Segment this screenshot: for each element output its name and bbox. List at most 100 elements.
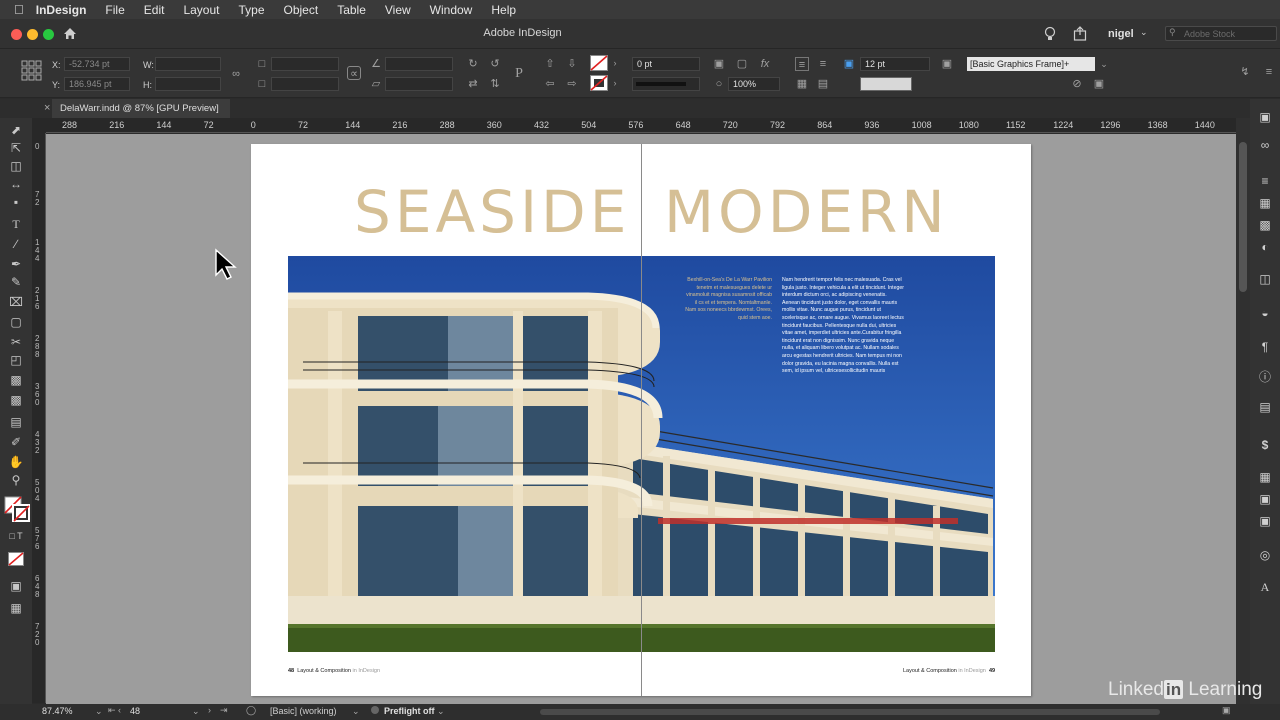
preflight-chevron-icon[interactable]: ⌄ (437, 706, 445, 717)
libraries-panel-icon[interactable]: $ (1257, 437, 1273, 453)
scroll-left-icon[interactable]: ▣ (1222, 705, 1231, 716)
caption-right[interactable]: Nam hendrerit tempor felis nec malesuada… (782, 277, 904, 376)
note-tool-icon[interactable]: ▤ (8, 414, 24, 430)
object-styles-icon[interactable]: ◎ (1257, 547, 1273, 563)
height-field[interactable] (155, 77, 221, 91)
preflight-status[interactable]: Preflight off (384, 706, 435, 716)
rotation-field[interactable] (385, 57, 453, 71)
corner-shape-dropdown[interactable] (860, 77, 912, 91)
swatches-panel-icon[interactable]: ▦ (1257, 195, 1273, 211)
profile-chevron-icon[interactable]: ⌄ (352, 706, 360, 717)
paragraph-styles-icon[interactable]: ¶ (1257, 339, 1273, 355)
eyedropper-tool-icon[interactable]: ✐ (8, 434, 24, 450)
lightbulb-icon[interactable] (1044, 26, 1056, 41)
direct-selection-tool-icon[interactable]: ⇱ (8, 140, 24, 156)
gradient-panel-icon[interactable]: ▩ (1257, 217, 1273, 233)
width-field[interactable] (155, 57, 221, 71)
pencil-tool-icon[interactable]: ✎ (8, 274, 24, 290)
links-panel-icon[interactable]: ∞ (1257, 137, 1273, 153)
auto-fit-icon[interactable]: ▣ (1092, 77, 1106, 91)
horizontal-ruler[interactable]: 288 216 144 72 0 72 144 216 288 360 432 504 576 648 72… (46, 118, 1236, 133)
tab-close-icon[interactable]: × (44, 102, 50, 114)
menu-window[interactable]: Window (430, 3, 473, 17)
select-previous-icon[interactable]: ⇦ (543, 77, 557, 91)
x-position-field[interactable]: -52.734 pt (64, 57, 130, 71)
menu-view[interactable]: View (385, 3, 411, 17)
cc-libraries-icon[interactable]: ▣ (1257, 513, 1273, 529)
line-tool-icon[interactable]: ∕ (8, 236, 24, 252)
scissors-tool-icon[interactable]: ✂ (8, 334, 24, 350)
shear-field[interactable] (385, 77, 453, 91)
pasteboard[interactable]: SEASIDE MODERN Bexhill-on-Sea's De La Wa… (46, 134, 1236, 704)
formatting-container-icon[interactable]: □ T (8, 528, 24, 544)
lightning-icon[interactable]: ↯ (1238, 65, 1252, 79)
headline-right[interactable]: MODERN (664, 178, 949, 246)
last-page-icon[interactable]: ⇥ (220, 705, 228, 716)
opacity-field[interactable]: 100% (728, 77, 780, 91)
corner-options-icon[interactable]: ▦ (795, 77, 809, 91)
fill-dropdown-icon[interactable]: › (608, 56, 622, 70)
stroke-dropdown-icon[interactable]: › (608, 76, 622, 90)
apple-menu-icon[interactable]:  (14, 2, 24, 17)
stroke-panel-icon[interactable]: ≡ (1257, 173, 1273, 189)
vertical-scroll-thumb[interactable] (1239, 142, 1247, 292)
vertical-ruler[interactable]: 0 7 2 1 4 4 2 1 6 2 8 8 3 6 0 4 3 2 5 0 4 5 7 6 6… (32, 133, 46, 703)
effects-fx-icon[interactable]: fx (758, 57, 772, 71)
layers-panel-icon[interactable]: ◫ (1257, 271, 1273, 287)
flip-horizontal-icon[interactable]: ⇄ (466, 77, 480, 91)
previous-page-icon[interactable]: ‹ (118, 705, 121, 715)
adobe-stock-search[interactable]: ⚲ Adobe Stock (1165, 26, 1277, 41)
page-chevron-icon[interactable]: ⌄ (192, 706, 200, 717)
rectangle-frame-tool-icon[interactable]: ⌧ (8, 294, 24, 310)
table-panel-icon[interactable]: ▦ (1257, 469, 1273, 485)
user-name[interactable]: nigel (1108, 28, 1134, 40)
menu-help[interactable]: Help (491, 3, 516, 17)
view-mode-icon[interactable]: ▦ (8, 600, 24, 616)
stroke-weight-field[interactable]: 0 pt (632, 57, 700, 71)
menu-file[interactable]: File (105, 3, 124, 17)
effects-panel-icon[interactable]: ◒ (1257, 305, 1273, 321)
zoom-level-field[interactable]: 87.47% (42, 706, 92, 718)
page-number-field[interactable]: 48 (130, 706, 190, 718)
object-style-dropdown[interactable]: [Basic Graphics Frame]+ (967, 57, 1095, 71)
frame-fitting-icon[interactable]: ▢ (735, 57, 749, 71)
menu-object[interactable]: Object (284, 3, 319, 17)
align-left-icon[interactable]: ≡ (795, 57, 809, 71)
rotate-ccw-icon[interactable]: ↺ (488, 57, 502, 71)
zoom-chevron-icon[interactable]: ⌄ (95, 706, 103, 717)
rotate-cw-icon[interactable]: ↻ (466, 57, 480, 71)
flip-vertical-icon[interactable]: ⇅ (488, 77, 502, 91)
gradient-feather-tool-icon[interactable]: ▩ (8, 392, 24, 408)
share-icon[interactable] (1073, 26, 1087, 41)
rectangle-tool-icon[interactable]: ▢ (8, 314, 24, 330)
reference-point-icon[interactable] (21, 60, 42, 81)
fill-stroke-swatch-icon[interactable] (4, 496, 30, 524)
page-tool-icon[interactable]: ◫ (8, 158, 24, 174)
fill-none-swatch-icon[interactable] (590, 55, 608, 71)
link-scale-icon[interactable]: ∝ (347, 66, 361, 80)
corner-size-field[interactable]: 12 pt (860, 57, 930, 71)
corner-shape-icon[interactable]: ▤ (816, 77, 830, 91)
select-container-icon[interactable]: ⇧ (543, 57, 557, 71)
info-panel-icon[interactable]: ⓘ (1257, 369, 1273, 385)
vertical-scrollbar[interactable] (1236, 118, 1250, 704)
color-panel-icon[interactable]: ◐ (1257, 239, 1273, 255)
text-wrap-icon[interactable]: ▣ (712, 57, 726, 71)
hand-tool-icon[interactable]: ✋ (8, 454, 24, 470)
content-collector-icon[interactable]: ▪ (8, 194, 24, 210)
open-page-icon[interactable]: ◯ (246, 705, 256, 716)
horizontal-scrollbar[interactable] (540, 709, 1160, 715)
text-wrap-panel-icon[interactable]: ▣ (1257, 491, 1273, 507)
first-page-icon[interactable]: ⇤ (108, 705, 116, 716)
stroke-swatch-icon[interactable] (590, 75, 608, 91)
scale-y-field[interactable] (271, 77, 339, 91)
type-tool-icon[interactable]: T (8, 216, 24, 232)
pages-panel-icon[interactable]: ▣ (1257, 109, 1273, 125)
next-page-icon[interactable]: › (208, 705, 211, 715)
stroke-type-dropdown[interactable] (632, 77, 700, 91)
gap-tool-icon[interactable]: ↔ (8, 176, 24, 192)
select-next-icon[interactable]: ⇨ (565, 77, 579, 91)
chevron-down-icon[interactable]: ⌄ (1140, 27, 1148, 38)
constrain-proportions-icon[interactable]: ∞ (229, 67, 243, 81)
caption-left[interactable]: Bexhill-on-Sea's De La Warr Pavilion ten… (684, 277, 772, 323)
